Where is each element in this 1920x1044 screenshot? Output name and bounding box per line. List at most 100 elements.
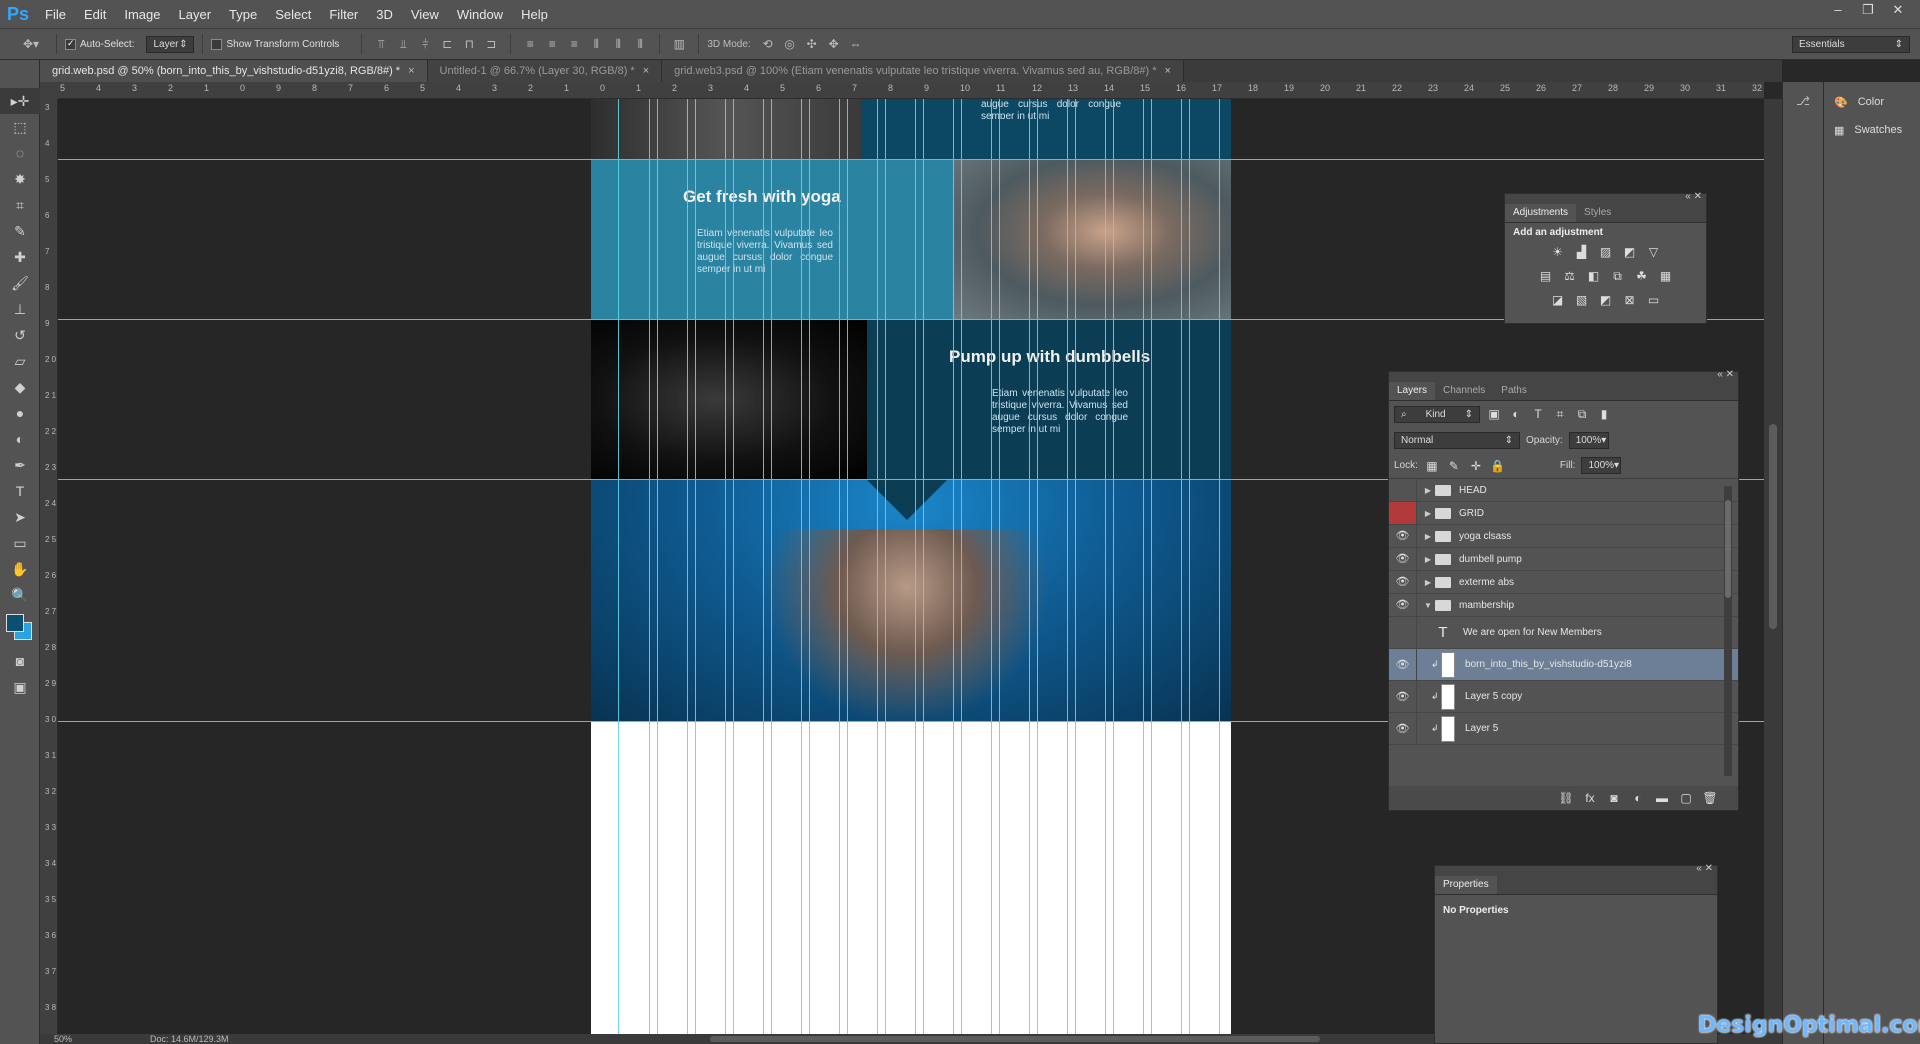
vertical-guide[interactable] xyxy=(1143,99,1144,1034)
menu-file[interactable]: File xyxy=(36,7,75,22)
close-icon[interactable]: × xyxy=(408,65,414,77)
hue-saturation-icon[interactable]: ▤ xyxy=(1538,268,1554,284)
tab-untitled-1[interactable]: Untitled-1 @ 66.7% (Layer 30, RGB/8) * × xyxy=(427,60,663,82)
zoom-tool-icon[interactable]: 🔍 xyxy=(0,582,40,608)
align-left-icon[interactable]: ⊏ xyxy=(438,35,456,53)
auto-select-target-dropdown[interactable]: Layer ⇕ xyxy=(146,35,195,53)
vertical-guide[interactable] xyxy=(763,99,764,1034)
channel-mixer-icon[interactable]: ☘ xyxy=(1634,268,1650,284)
collapse-close-icon[interactable]: « ✕ xyxy=(1717,369,1734,380)
filter-smart-object-icon[interactable]: ⧉ xyxy=(1574,406,1590,422)
vertical-guide[interactable] xyxy=(915,99,916,1034)
curves-icon[interactable]: ▨ xyxy=(1598,244,1614,260)
vertical-guide[interactable] xyxy=(1113,99,1114,1034)
menu-window[interactable]: Window xyxy=(448,7,512,22)
menu-image[interactable]: Image xyxy=(115,7,169,22)
layer-row[interactable]: 👁 ▼ mambership xyxy=(1389,594,1738,617)
menu-filter[interactable]: Filter xyxy=(320,7,367,22)
restore-button[interactable]: ❐ xyxy=(1854,0,1882,20)
distribute-right-icon[interactable]: ⦀ xyxy=(631,35,649,53)
new-group-icon[interactable]: ▬ xyxy=(1654,790,1670,806)
filter-type-icon[interactable]: T xyxy=(1530,406,1546,422)
eyedropper-tool-icon[interactable]: ✎ xyxy=(0,218,40,244)
zoom-level[interactable]: 50% xyxy=(54,1034,72,1044)
gradient-map-icon[interactable]: ▭ xyxy=(1646,292,1662,308)
paint-bucket-tool-icon[interactable]: ◆ xyxy=(0,374,40,400)
distribute-left-icon[interactable]: ⦀ xyxy=(587,35,605,53)
scroll-thumb[interactable] xyxy=(1725,500,1731,598)
collapsed-arrow-icon[interactable]: ▶ xyxy=(1421,555,1435,564)
exposure-icon[interactable]: ◩ xyxy=(1622,244,1638,260)
vertical-guide[interactable] xyxy=(771,99,772,1034)
filter-pixel-icon[interactable]: ▣ xyxy=(1486,406,1502,422)
lock-position-icon[interactable]: ✛ xyxy=(1468,458,1484,474)
workspace-dropdown[interactable]: Essentials ⇕ xyxy=(1792,35,1910,53)
hand-tool-icon[interactable]: ✋ xyxy=(0,556,40,582)
tab-grid-web[interactable]: grid.web.psd @ 50% (born_into_this_by_vi… xyxy=(40,60,428,82)
layer-row[interactable]: ▶ GRID xyxy=(1389,502,1738,525)
foreground-color-swatch[interactable] xyxy=(6,614,24,632)
vertical-guide[interactable] xyxy=(1219,99,1220,1034)
pen-tool-icon[interactable]: ✒ xyxy=(0,452,40,478)
dodge-tool-icon[interactable]: ◐ xyxy=(0,426,40,452)
vertical-guide[interactable] xyxy=(923,99,924,1034)
horizontal-ruler[interactable]: 5 4 3 2 1 0 9 8 7 6 5 4 3 2 1 0 1 2 3 4 5 6 7 8 9 10 11 12 13 14 15 16 1… xyxy=(58,82,1764,99)
vertical-guide[interactable] xyxy=(839,99,840,1034)
tab-layers[interactable]: Layers xyxy=(1389,382,1436,400)
layer-row[interactable]: 👁 ↲ Layer 5 xyxy=(1389,713,1738,745)
new-adjustment-layer-icon[interactable]: ◐ xyxy=(1630,790,1646,806)
collapsed-arrow-icon[interactable]: ▶ xyxy=(1421,578,1435,587)
vertical-guide[interactable] xyxy=(1105,99,1106,1034)
layer-row[interactable]: 👁 ↲ Layer 5 copy xyxy=(1389,681,1738,713)
move-tool-icon[interactable]: ▸✛ xyxy=(0,88,40,114)
healing-brush-tool-icon[interactable]: ✚ xyxy=(0,244,40,270)
document-canvas[interactable]: augue cursus dolor congue semper in ut m… xyxy=(591,99,1231,1034)
magic-wand-tool-icon[interactable]: ✸ xyxy=(0,166,40,192)
levels-icon[interactable]: ▟ xyxy=(1574,244,1590,260)
vertical-guide[interactable] xyxy=(1181,99,1182,1034)
collapsed-arrow-icon[interactable]: ▶ xyxy=(1421,486,1435,495)
visibility-eye-icon[interactable]: 👁 xyxy=(1389,571,1417,593)
invert-icon[interactable]: ◪ xyxy=(1550,292,1566,308)
horizontal-scroll-thumb[interactable] xyxy=(710,1036,1320,1042)
vertical-guide[interactable] xyxy=(657,99,658,1034)
auto-align-icon[interactable]: ▥ xyxy=(670,35,688,53)
collapsed-arrow-icon[interactable]: ▶ xyxy=(1421,532,1435,541)
vibrance-icon[interactable]: ▽ xyxy=(1646,244,1662,260)
brightness-icon[interactable]: ☀ xyxy=(1550,244,1566,260)
vertical-guide[interactable] xyxy=(1075,99,1076,1034)
move-tool-preset-icon[interactable]: ✥▾ xyxy=(16,35,46,53)
vertical-guide[interactable] xyxy=(1067,99,1068,1034)
collapsed-arrow-icon[interactable]: ▶ xyxy=(1421,509,1435,518)
layer-row[interactable]: ▶ HEAD xyxy=(1389,479,1738,502)
layer-row[interactable]: 👁 ↲ born_into_this_by_vishstudio-d51yzi8 xyxy=(1389,649,1738,681)
link-layers-icon[interactable]: ⛓ xyxy=(1558,790,1574,806)
menu-help[interactable]: Help xyxy=(512,7,557,22)
filter-adjustment-icon[interactable]: ◐ xyxy=(1508,406,1524,422)
3d-roll-icon[interactable]: ◎ xyxy=(781,35,799,53)
close-icon[interactable]: × xyxy=(1165,65,1171,77)
close-button[interactable]: ✕ xyxy=(1884,0,1912,20)
scroll-thumb[interactable] xyxy=(1769,424,1777,629)
lock-transparent-icon[interactable]: ▦ xyxy=(1424,458,1440,474)
menu-edit[interactable]: Edit xyxy=(75,7,115,22)
minimize-button[interactable]: – xyxy=(1824,0,1852,20)
history-brush-tool-icon[interactable]: ↺ xyxy=(0,322,40,348)
menu-select[interactable]: Select xyxy=(266,7,320,22)
tab-styles[interactable]: Styles xyxy=(1576,204,1619,222)
distribute-bottom-icon[interactable]: ≡ xyxy=(565,35,583,53)
vertical-guide[interactable] xyxy=(847,99,848,1034)
vertical-guide[interactable] xyxy=(991,99,992,1034)
path-selection-tool-icon[interactable]: ➤ xyxy=(0,504,40,530)
color-lookup-icon[interactable]: ▦ xyxy=(1658,268,1674,284)
visibility-eye-icon[interactable]: 👁 xyxy=(1389,681,1417,712)
filter-shape-icon[interactable]: ⌗ xyxy=(1552,406,1568,422)
delete-layer-icon[interactable]: 🗑 xyxy=(1702,790,1718,806)
posterize-icon[interactable]: ▧ xyxy=(1574,292,1590,308)
vertical-guide[interactable] xyxy=(953,99,954,1034)
layer-kind-filter[interactable]: ⌕ Kind ⇕ xyxy=(1394,405,1480,423)
collapse-close-icon[interactable]: « ✕ xyxy=(1685,191,1702,202)
layer-row[interactable]: 👁 ▶ dumbell pump xyxy=(1389,548,1738,571)
visibility-eye-icon[interactable] xyxy=(1389,479,1417,501)
vertical-guide[interactable] xyxy=(809,99,810,1034)
